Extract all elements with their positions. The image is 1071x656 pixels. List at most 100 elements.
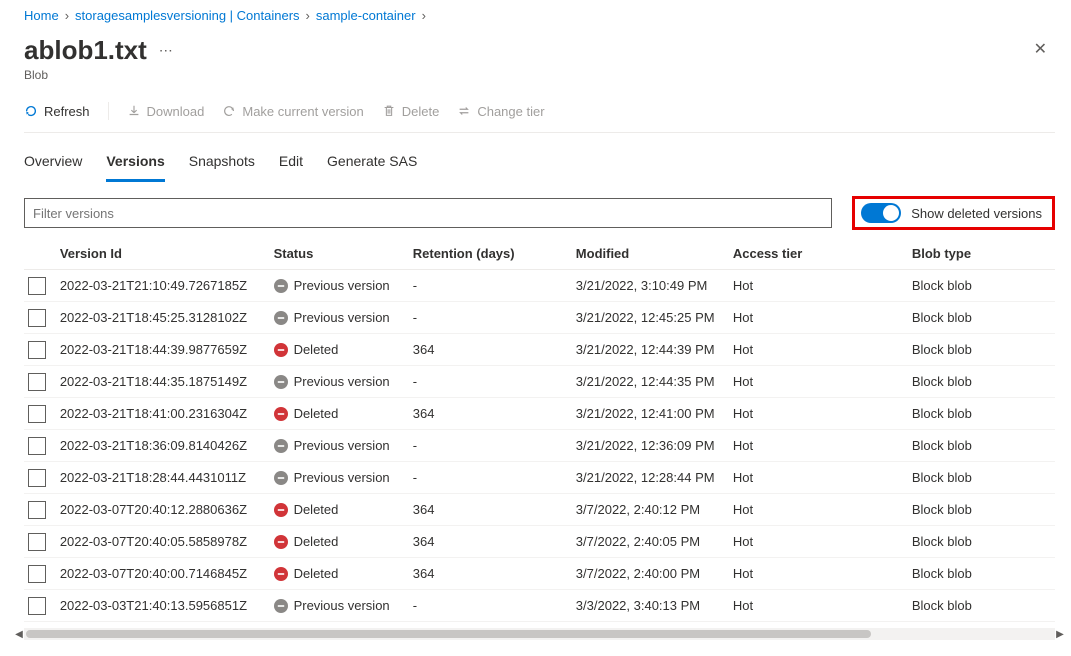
cell-modified: 3/3/2022, 3:40:13 PM bbox=[576, 598, 733, 613]
header-blob-type[interactable]: Blob type bbox=[912, 246, 1051, 261]
table-row[interactable]: 2022-03-21T18:28:44.4431011Z Previous ver… bbox=[24, 462, 1055, 494]
cell-version-id: 2022-03-21T18:45:25.3128102Z bbox=[60, 310, 274, 325]
row-checkbox[interactable] bbox=[28, 597, 46, 615]
table-row[interactable]: 2022-03-21T18:45:25.3128102ZPrevious ver… bbox=[24, 302, 1055, 334]
cell-modified: 3/21/2022, 12:41:00 PM bbox=[576, 406, 733, 421]
tab-overview[interactable]: Overview bbox=[24, 149, 82, 182]
table-row[interactable]: 2022-03-21T18:44:35.1875149ZPrevious ver… bbox=[24, 366, 1055, 398]
delete-label: Delete bbox=[402, 104, 440, 119]
cell-access-tier: Hot bbox=[733, 470, 912, 485]
cell-status: Deleted bbox=[274, 406, 413, 421]
show-deleted-label: Show deleted versions bbox=[911, 206, 1042, 221]
header-status[interactable]: Status bbox=[274, 246, 413, 261]
cell-status: Previous version bbox=[274, 470, 413, 485]
make-current-label: Make current version bbox=[242, 104, 363, 119]
scroll-right-icon[interactable]: ▶ bbox=[1053, 628, 1067, 640]
status-text: Deleted bbox=[294, 534, 339, 549]
row-checkbox[interactable] bbox=[28, 533, 46, 551]
cell-version-id: 2022-03-21T18:36:09.8140426Z bbox=[60, 438, 274, 453]
row-checkbox[interactable] bbox=[28, 565, 46, 583]
row-checkbox[interactable] bbox=[28, 277, 46, 295]
cell-blob-type: Block blob bbox=[912, 342, 1051, 357]
filter-versions-input[interactable] bbox=[24, 198, 832, 228]
table-row[interactable]: 2022-03-07T20:40:12.2880636ZDeleted3643/… bbox=[24, 494, 1055, 526]
cell-modified: 3/21/2022, 3:10:49 PM bbox=[576, 278, 733, 293]
cell-retention: - bbox=[413, 278, 576, 293]
table-row[interactable]: 2022-03-07T20:40:05.5858978ZDeleted3643/… bbox=[24, 526, 1055, 558]
cell-status: Deleted bbox=[274, 502, 413, 517]
cell-blob-type: Block blob bbox=[912, 406, 1051, 421]
cell-version-id: 2022-03-21T18:44:35.1875149Z bbox=[60, 374, 274, 389]
more-actions-icon[interactable]: ⋯ bbox=[159, 42, 174, 59]
table-row[interactable]: 2022-03-21T18:36:09.8140426ZPrevious ver… bbox=[24, 430, 1055, 462]
cell-retention: - bbox=[413, 310, 576, 325]
cell-retention: 364 bbox=[413, 406, 576, 421]
table-row[interactable]: 2022-03-03T21:40:13.5956851ZPrevious ver… bbox=[24, 590, 1055, 622]
breadcrumb-item-home[interactable]: Home bbox=[24, 8, 59, 23]
row-checkbox[interactable] bbox=[28, 469, 46, 487]
change-tier-label: Change tier bbox=[477, 104, 544, 119]
table-row[interactable]: 2022-03-07T20:40:00.7146845ZDeleted3643/… bbox=[24, 558, 1055, 590]
row-checkbox[interactable] bbox=[28, 373, 46, 391]
show-deleted-toggle-container: Show deleted versions bbox=[852, 196, 1055, 230]
header-access-tier[interactable]: Access tier bbox=[733, 246, 912, 261]
refresh-button[interactable]: Refresh bbox=[24, 104, 90, 119]
table-row[interactable]: 2022-03-21T18:41:00.2316304ZDeleted3643/… bbox=[24, 398, 1055, 430]
cell-access-tier: Hot bbox=[733, 278, 912, 293]
breadcrumb-item-storage[interactable]: storagesamplesversioning | Containers bbox=[75, 8, 300, 23]
table-header-row: Version Id Status Retention (days) Modif… bbox=[24, 238, 1055, 270]
scrollbar-thumb[interactable] bbox=[26, 630, 871, 638]
scroll-left-icon[interactable]: ◀ bbox=[12, 628, 26, 640]
cell-retention: - bbox=[413, 438, 576, 453]
trash-icon bbox=[382, 104, 396, 118]
cell-blob-type: Block blob bbox=[912, 438, 1051, 453]
deleted-status-icon bbox=[274, 503, 288, 517]
row-checkbox[interactable] bbox=[28, 405, 46, 423]
header-version-id[interactable]: Version Id bbox=[60, 246, 274, 261]
cell-version-id: 2022-03-21T18:28:44.4431011Z bbox=[60, 470, 274, 485]
toolbar-separator bbox=[108, 102, 109, 120]
cell-access-tier: Hot bbox=[733, 310, 912, 325]
cell-modified: 3/21/2022, 12:45:25 PM bbox=[576, 310, 733, 325]
row-checkbox[interactable] bbox=[28, 501, 46, 519]
row-checkbox[interactable] bbox=[28, 341, 46, 359]
cell-status: Previous version bbox=[274, 598, 413, 613]
tab-generate-sas[interactable]: Generate SAS bbox=[327, 149, 417, 182]
cell-blob-type: Block blob bbox=[912, 534, 1051, 549]
breadcrumb: Home › storagesamplesversioning | Contai… bbox=[24, 4, 1055, 31]
cell-version-id: 2022-03-07T20:40:12.2880636Z bbox=[60, 502, 274, 517]
tab-snapshots[interactable]: Snapshots bbox=[189, 149, 255, 182]
download-label: Download bbox=[147, 104, 205, 119]
tab-list: Overview Versions Snapshots Edit Generat… bbox=[24, 133, 1055, 182]
cell-status: Deleted bbox=[274, 342, 413, 357]
download-icon bbox=[127, 104, 141, 118]
cell-retention: 364 bbox=[413, 342, 576, 357]
header-retention[interactable]: Retention (days) bbox=[413, 246, 576, 261]
cell-status: Previous version bbox=[274, 278, 413, 293]
chevron-right-icon: › bbox=[65, 8, 69, 23]
page-title: ablob1.txt bbox=[24, 35, 147, 66]
cell-status: Previous version bbox=[274, 310, 413, 325]
table-row[interactable]: 2022-03-21T21:10:49.7267185ZPrevious ver… bbox=[24, 270, 1055, 302]
cell-blob-type: Block blob bbox=[912, 566, 1051, 581]
tab-edit[interactable]: Edit bbox=[279, 149, 303, 182]
cell-modified: 3/21/2022, 12:44:35 PM bbox=[576, 374, 733, 389]
header-left: ablob1.txt ⋯ Blob bbox=[24, 35, 174, 82]
status-text: Previous version bbox=[294, 278, 390, 293]
show-deleted-toggle[interactable] bbox=[861, 203, 901, 223]
close-icon[interactable]: ✕ bbox=[1026, 35, 1055, 63]
horizontal-scrollbar[interactable]: ◀ ▶ bbox=[24, 628, 1055, 640]
status-text: Previous version bbox=[294, 470, 390, 485]
deleted-status-icon bbox=[274, 535, 288, 549]
previous-version-status-icon bbox=[274, 599, 288, 613]
make-current-icon bbox=[222, 104, 236, 118]
status-text: Deleted bbox=[294, 342, 339, 357]
row-checkbox[interactable] bbox=[28, 437, 46, 455]
row-checkbox[interactable] bbox=[28, 309, 46, 327]
breadcrumb-item-container[interactable]: sample-container bbox=[316, 8, 416, 23]
header-modified[interactable]: Modified bbox=[576, 246, 733, 261]
tab-versions[interactable]: Versions bbox=[106, 149, 164, 182]
table-row[interactable]: 2022-03-21T18:44:39.9877659ZDeleted3643/… bbox=[24, 334, 1055, 366]
cell-modified: 3/21/2022, 12:44:39 PM bbox=[576, 342, 733, 357]
status-text: Deleted bbox=[294, 502, 339, 517]
